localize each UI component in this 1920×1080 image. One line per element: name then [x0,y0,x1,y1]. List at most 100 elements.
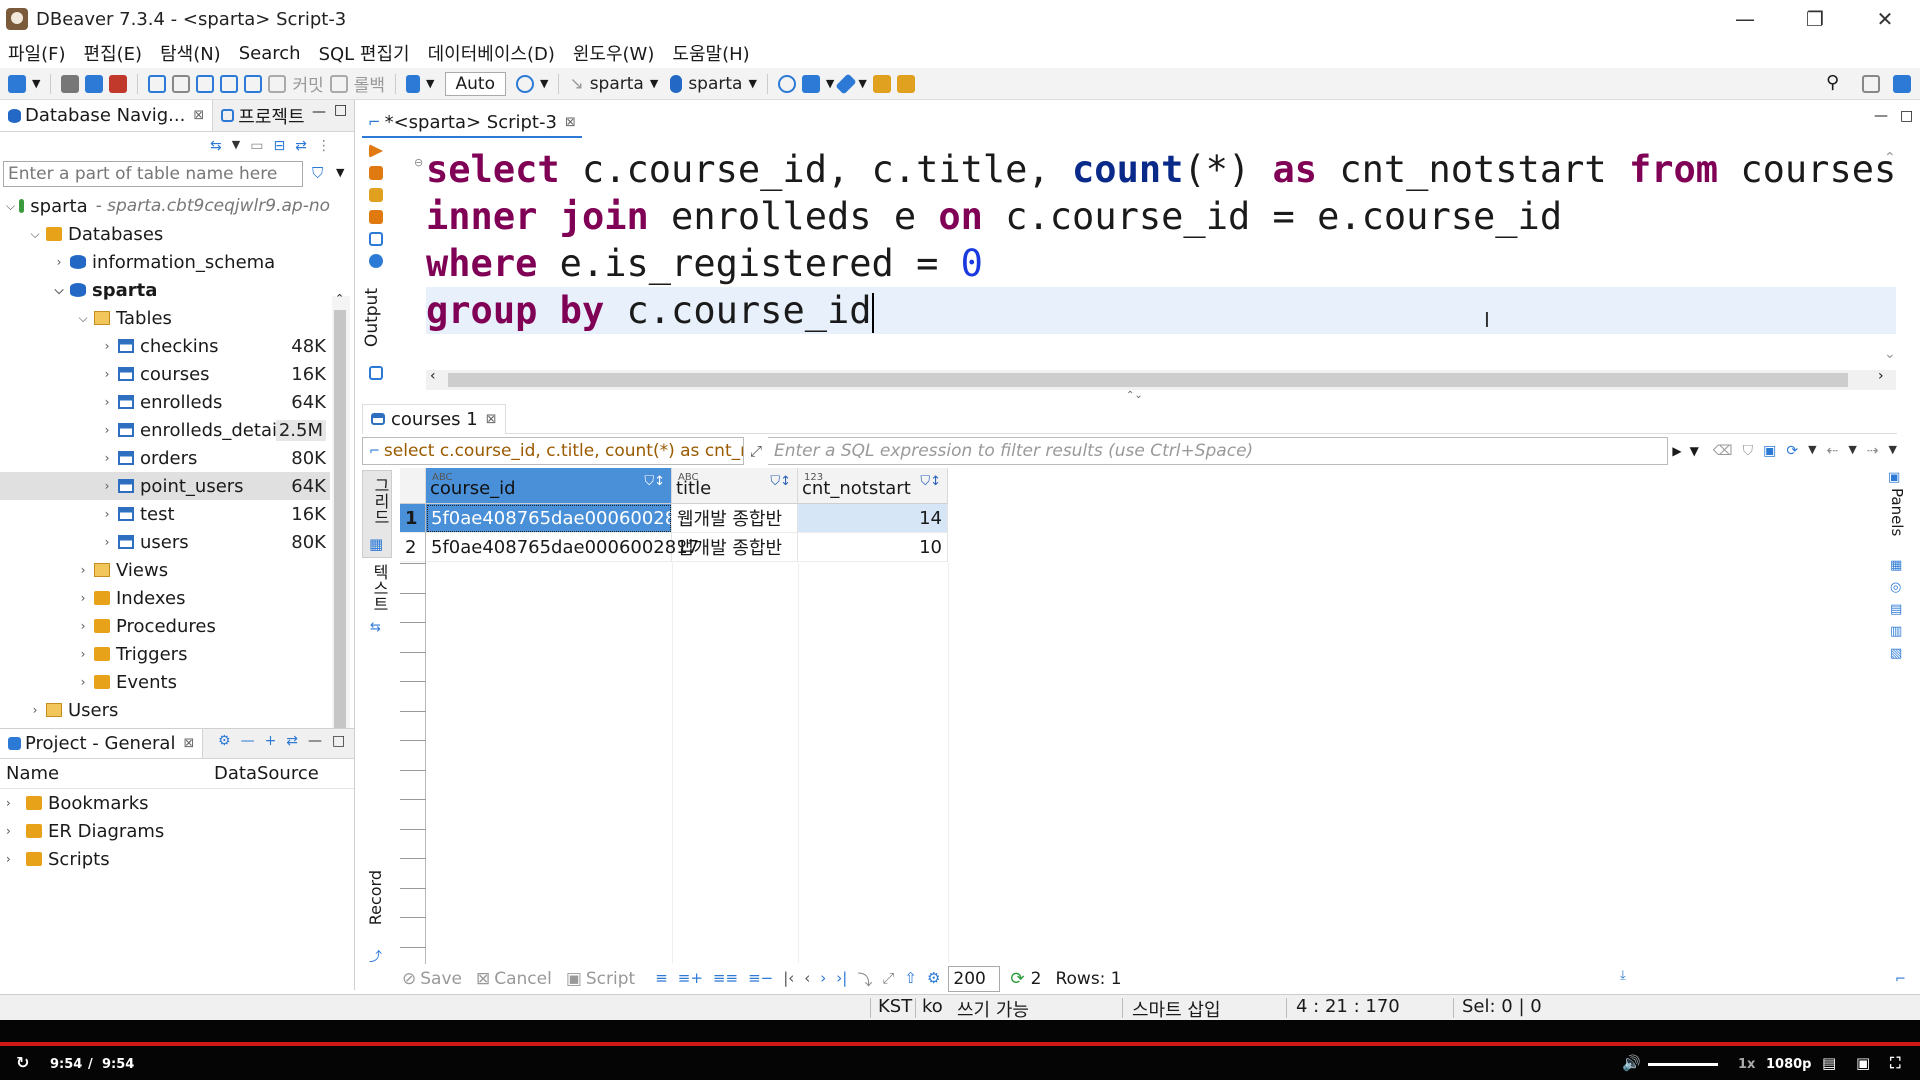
tree-table-row[interactable]: › test 16K [0,500,330,528]
query-text-display[interactable]: ⌐ select c.course_id, c.title, count(*) … [362,437,744,465]
open-perspective-icon[interactable] [1862,75,1880,93]
table-filter-input[interactable]: Enter a part of table name here [3,161,303,187]
chevron-right-icon[interactable]: › [100,367,114,381]
column-header-datasource[interactable]: DataSource [214,763,319,784]
history-icon[interactable] [515,74,534,93]
results-filter-input[interactable]: Enter a SQL expression to filter results… [768,437,1669,465]
tree-table-row[interactable]: › users 80K [0,528,330,556]
project-item-bookmarks[interactable]: › Bookmarks [0,789,354,817]
chevron-right-icon[interactable]: › [28,703,42,717]
tab-database-navigator[interactable]: Database Navig... ⊠ [0,100,214,131]
chevron-down-icon[interactable]: ▼ [32,77,40,90]
rollback-icon[interactable] [329,74,348,93]
code-line[interactable]: where e.is_registered = 0 [426,240,1896,287]
code-line[interactable]: select c.course_id, c.title, count(*) as… [426,146,1896,193]
pip-icon[interactable]: ▣ [1856,1054,1870,1072]
restore-button[interactable]: ❐ [1780,0,1850,38]
cell-course-id[interactable]: 5f0ae408765dae0006002816 [426,504,699,533]
tab-projects[interactable]: 프로젝트 [213,103,305,129]
chevron-down-icon[interactable]: ⌵ [76,311,90,326]
save-button[interactable]: Save [420,969,462,989]
grouping-icon[interactable]: ▥ [1890,624,1902,639]
forward-icon[interactable] [896,74,915,93]
cancel-button[interactable]: Cancel [494,969,552,989]
column-header-cnt-notstart[interactable]: 123 cnt_notstart ⛉↕ [798,468,948,504]
cell-cnt-notstart[interactable]: 10 [798,533,948,562]
menu-search[interactable]: Search [239,43,301,64]
chevron-down-icon[interactable]: ⌵ [52,283,66,298]
tree-events[interactable]: › Events [0,668,330,696]
copy-row-icon[interactable]: ≡≡ [713,969,738,990]
volume-icon[interactable]: 🔊 [1622,1054,1641,1072]
add-row-icon[interactable]: ≡+ [678,969,703,990]
explain-plan-icon[interactable] [369,210,383,224]
close-icon[interactable]: ⊠ [486,412,497,427]
chevron-right-icon[interactable]: ▶ [1672,444,1681,458]
scrollbar-thumb[interactable] [448,373,1848,387]
code-line[interactable]: inner join enrolleds e on c.course_id = … [426,193,1896,240]
connect-icon[interactable] [61,74,80,93]
execute-in-new-tab-icon[interactable] [369,166,383,180]
maximize-icon[interactable]: □ [334,102,347,118]
tree-table-row[interactable]: › enrolleds 64K [0,388,330,416]
view-menu-icon[interactable]: ⋮ [317,138,331,154]
chevron-down-icon[interactable]: ▼ [826,77,834,90]
panel-toggle-icon[interactable]: ⌐ [1895,972,1906,987]
video-quality[interactable]: 1080p [1766,1057,1812,1072]
chevron-right-icon[interactable]: › [76,591,90,605]
collapse-block-icon[interactable]: ⊖ [414,156,423,169]
replay-icon[interactable]: ↻ [16,1053,29,1072]
code-line[interactable]: group by c.course_id [426,287,1896,334]
fullscreen-icon[interactable]: ⛶ [1890,1054,1901,1072]
transaction-log-icon[interactable] [244,74,263,93]
cell-course-id[interactable]: 5f0ae408765dae0006002817 [426,533,699,562]
gear-icon[interactable]: ⚙ [218,733,231,749]
playback-speed[interactable]: 1x [1738,1057,1755,1072]
tab-script-3[interactable]: ⌐ *<sparta> Script-3 ⊠ [362,108,582,138]
chevron-up-icon[interactable]: ⌃ [1884,150,1896,166]
dashboard-icon[interactable] [777,74,796,93]
chevron-right-icon[interactable]: › [100,451,114,465]
commit-button[interactable]: 커밋 [292,71,323,96]
menu-sql-editor[interactable]: SQL 편집기 [319,40,410,66]
results-grid[interactable]: ABC course_id ⛉↕ ABC title ⛉↕ 123 cnt_no… [400,468,1890,964]
forward-icon[interactable]: ⇢ [1867,443,1879,459]
export-icon[interactable]: ⇧ [904,969,917,990]
last-page-icon[interactable]: ›| [836,969,847,990]
reconnect-icon[interactable] [85,74,104,93]
column-header-course-id[interactable]: ABC course_id ⛉↕ [426,468,672,504]
tree-table-row[interactable]: › courses 16K [0,360,330,388]
close-button[interactable]: ✕ [1850,0,1920,38]
chevron-down-icon[interactable]: ▼ [540,77,548,90]
subtitles-icon[interactable]: ▤ [1822,1054,1836,1072]
minimize-icon[interactable]: — [308,733,322,749]
next-icon[interactable]: › [820,969,826,990]
close-icon[interactable]: ⊠ [183,736,194,751]
editor-horizontal-scrollbar[interactable]: ‹ › [426,368,1896,390]
fetch-next-icon[interactable]: ⤵ [857,969,872,990]
project-item-scripts[interactable]: › Scripts [0,845,354,873]
chevron-down-icon[interactable]: ⌄ [1884,346,1896,362]
previous-icon[interactable]: ‹ [804,969,810,990]
sync-icon[interactable]: ⇄ [286,733,298,749]
cell-title[interactable]: 웹개발 종합반 [672,504,798,533]
value-panel-icon[interactable]: ▦ [1890,558,1902,573]
collapse-icon[interactable]: — [241,733,255,749]
new-folder-icon[interactable]: ▭ [250,138,263,154]
chevron-right-icon[interactable]: › [100,339,114,353]
chevron-down-icon[interactable]: ▼ [748,77,756,90]
first-page-icon[interactable]: |‹ [783,969,794,990]
print-icon[interactable] [801,74,820,93]
tree-triggers[interactable]: › Triggers [0,640,330,668]
minimize-icon[interactable]: — [312,104,326,120]
menu-database[interactable]: 데이터베이스(D) [428,40,555,66]
close-icon[interactable]: ⊠ [193,108,204,123]
record-view-toggle[interactable]: Record ⤴ [362,870,392,966]
sort-filter-icon[interactable]: ⛉↕ [770,474,791,489]
sort-filter-icon[interactable]: ⛉↕ [920,474,941,489]
tree-table-row[interactable]: › checkins 48K [0,332,330,360]
pin-icon[interactable]: ⤓ [1620,968,1626,983]
tree-users[interactable]: › Users [0,696,330,724]
column-header-title[interactable]: ABC title ⛉↕ [672,468,798,504]
isolation-icon[interactable] [196,74,215,93]
